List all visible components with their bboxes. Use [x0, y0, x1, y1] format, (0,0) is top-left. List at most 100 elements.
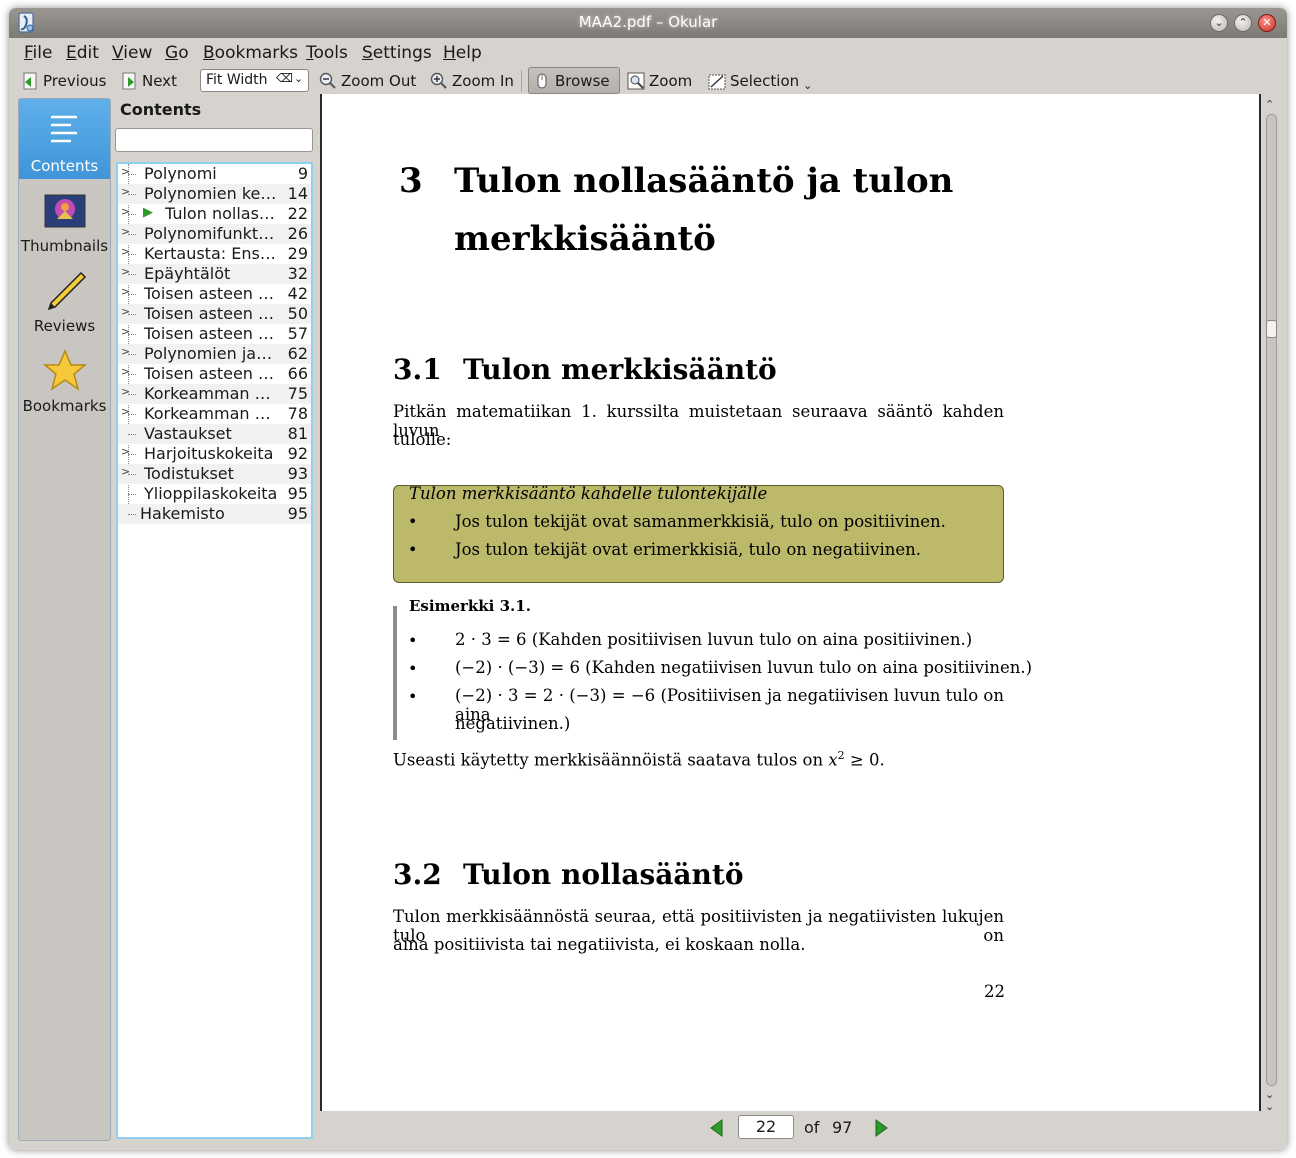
toc-item-title: Toisen asteen …	[144, 324, 275, 343]
toc-item-title: Hakemisto	[140, 504, 225, 523]
sidebar-item-thumbnails[interactable]: Thumbnails	[19, 179, 110, 259]
sidebar-label-thumbnails: Thumbnails	[20, 237, 109, 255]
expand-arrow-icon[interactable]: >	[121, 405, 130, 418]
previous-button[interactable]: Previous	[21, 69, 106, 93]
menu-bookmarks[interactable]: Bookmarks	[203, 43, 298, 63]
section-number-3-1: 3.1	[393, 353, 442, 386]
next-page-arrow-icon[interactable]	[873, 1119, 889, 1137]
toc-branch-line	[128, 254, 136, 255]
toc-item-title: Toisen asteen …	[144, 364, 275, 383]
menu-edit[interactable]: Edit	[66, 43, 99, 63]
toc-item[interactable]: > Kertausta: Ensi… 29	[118, 244, 311, 264]
toc-item[interactable]: > Korkeamman a… 75	[118, 384, 311, 404]
toc-item[interactable]: Ylioppilaskokeita 95	[118, 484, 311, 504]
toc-branch-line	[128, 274, 136, 275]
expand-arrow-icon[interactable]: >	[121, 385, 130, 398]
toc-item[interactable]: > Korkeamman a… 78	[118, 404, 311, 424]
sidebar-item-contents[interactable]: Contents	[19, 99, 110, 179]
toc-item-title: Tulon nollas…	[165, 204, 275, 223]
scroll-thumb[interactable]	[1266, 320, 1277, 338]
toc-item-title: Kertausta: Ensi…	[144, 244, 278, 263]
toc-branch-line	[128, 414, 136, 415]
contents-search-input[interactable]	[115, 128, 313, 152]
toc-item[interactable]: > Todistukset 93	[118, 464, 311, 484]
zoom-tool-icon	[627, 72, 645, 90]
toc-item[interactable]: > Toisen asteen … 42	[118, 284, 311, 304]
toc-item[interactable]: Hakemisto 95	[118, 504, 311, 524]
close-button[interactable]: ✕	[1258, 14, 1276, 32]
toc-item-page: 22	[287, 204, 308, 223]
toc-item[interactable]: > Polynomi 9	[118, 164, 311, 184]
toc-item-title: Polynomien jak…	[144, 344, 278, 363]
minimize-button[interactable]: ⌄	[1210, 14, 1228, 32]
expand-arrow-icon[interactable]: >	[121, 245, 130, 258]
toc-item[interactable]: > Polynomien ke… 14	[118, 184, 311, 204]
menu-view[interactable]: View	[112, 43, 152, 63]
toc-item[interactable]: > ▶ Tulon nollas… 22	[118, 204, 311, 224]
contents-title: Contents	[120, 100, 202, 119]
title-bar[interactable]: MAA2.pdf – Okular ⌄ ⌃ ✕	[9, 8, 1287, 38]
expand-arrow-icon[interactable]: >	[121, 345, 130, 358]
example-item-continuation: negatiivinen.)	[455, 714, 571, 733]
toc-item-page: 26	[287, 224, 308, 243]
toc-item-page: 78	[287, 404, 308, 423]
expand-arrow-icon[interactable]: >	[121, 185, 130, 198]
toc-branch-line	[128, 234, 136, 235]
okular-window: MAA2.pdf – Okular ⌄ ⌃ ✕ File Edit View G…	[9, 8, 1287, 1150]
scroll-up-arrow-icon[interactable]: ⌃	[1265, 98, 1274, 111]
toc-item-page: 42	[287, 284, 308, 303]
next-button[interactable]: Next	[120, 69, 177, 93]
menu-settings[interactable]: Settings	[362, 43, 432, 63]
chevron-down-icon[interactable]: ⌄	[294, 72, 303, 85]
toc-item[interactable]: > Toisen asteen … 50	[118, 304, 311, 324]
toc-item[interactable]: > Harjoituskokeita 92	[118, 444, 311, 464]
expand-arrow-icon[interactable]: >	[121, 305, 130, 318]
menu-help[interactable]: Help	[443, 43, 482, 63]
toc-item-title: Vastaukset	[144, 424, 232, 443]
menu-tools[interactable]: Tools	[306, 43, 348, 63]
sidebar: Contents Thumbnails Reviews Bookmarks	[18, 98, 111, 1141]
menu-go[interactable]: Go	[165, 43, 189, 63]
expand-arrow-icon[interactable]: >	[121, 465, 130, 478]
menu-file[interactable]: File	[24, 43, 52, 63]
section-title-3-1: Tulon merkkisääntö	[463, 353, 777, 386]
scroll-track[interactable]	[1266, 114, 1277, 1086]
toc-item[interactable]: > Polynomien jak… 62	[118, 344, 311, 364]
zoom-tool-button[interactable]: Zoom	[627, 69, 692, 93]
expand-arrow-icon[interactable]: >	[121, 365, 130, 378]
expand-arrow-icon[interactable]: >	[121, 165, 130, 178]
example-item: (−2) · (−3) = 6 (Kahden negatiivisen luv…	[455, 658, 1033, 677]
selection-tool-button[interactable]: Selection ⌄	[708, 69, 812, 93]
document-viewer[interactable]: 3 Tulon nollasääntö ja tulon merkkisäänt…	[320, 94, 1261, 1111]
zoom-in-button[interactable]: Zoom In	[430, 69, 514, 93]
more-tools-chevron-icon[interactable]: ⌄	[803, 79, 812, 92]
toc-tree[interactable]: > Polynomi 9 > Polynomien ke… 14 > ▶ Tulon nolla…	[116, 162, 313, 1139]
toc-item[interactable]: > Epäyhtälöt 32	[118, 264, 311, 284]
expand-arrow-icon[interactable]: >	[121, 445, 130, 458]
browse-tool-button[interactable]: Browse	[533, 69, 610, 93]
theorem-title: Tulon merkkisääntö kahdelle tulontekijäl…	[409, 484, 768, 503]
toc-item[interactable]: > Toisen asteen … 57	[118, 324, 311, 344]
expand-arrow-icon[interactable]: >	[121, 205, 130, 218]
math-exponent: 2	[837, 749, 845, 762]
previous-page-arrow-icon[interactable]	[709, 1119, 725, 1137]
example-left-bar	[393, 606, 397, 740]
toc-item[interactable]: > Polynomifunkti… 26	[118, 224, 311, 244]
toc-branch-line	[128, 374, 136, 375]
zoom-mode-combobox[interactable]: Fit Width ⌫ ⌄	[200, 69, 309, 92]
expand-arrow-icon[interactable]: >	[121, 285, 130, 298]
expand-arrow-icon[interactable]: >	[121, 265, 130, 278]
clear-icon[interactable]: ⌫	[276, 71, 293, 85]
sidebar-item-bookmarks[interactable]: Bookmarks	[19, 339, 110, 419]
expand-arrow-icon[interactable]: >	[121, 325, 130, 338]
zoom-out-button[interactable]: Zoom Out	[319, 69, 416, 93]
toc-item[interactable]: > Toisen asteen … 66	[118, 364, 311, 384]
page-number-input[interactable]: 22	[738, 1115, 794, 1139]
toc-item-page: 93	[287, 464, 308, 483]
vertical-scrollbar[interactable]: ⌃ ⌄ ⌄	[1263, 98, 1279, 1113]
sidebar-item-reviews[interactable]: Reviews	[19, 259, 110, 339]
maximize-button[interactable]: ⌃	[1234, 14, 1252, 32]
expand-arrow-icon[interactable]: >	[121, 225, 130, 238]
scroll-down-arrow-icon[interactable]: ⌄	[1265, 1100, 1274, 1113]
toc-item[interactable]: Vastaukset 81	[118, 424, 311, 444]
